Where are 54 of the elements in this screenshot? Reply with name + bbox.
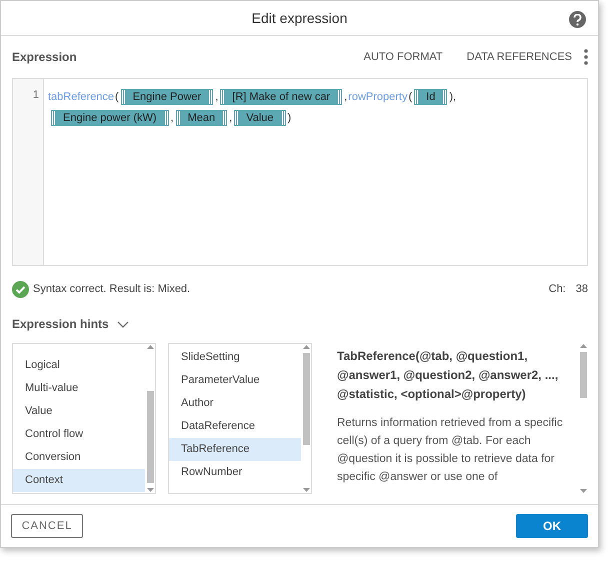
list-item[interactable]: Multi-value	[13, 377, 145, 400]
function-description: Returns information retrieved from a specific cell(s) of a query from @tab. For each @question it is possible to retrieve data for specific @answer or use one of	[337, 416, 564, 486]
data-reference-token[interactable]: Value	[235, 110, 285, 125]
list-item[interactable]: Author	[169, 392, 301, 416]
help-icon[interactable]	[569, 11, 586, 28]
scroll-down-icon[interactable]	[146, 488, 154, 494]
list-item[interactable]: RowNumber	[169, 461, 301, 484]
data-reference-token[interactable]: Id	[415, 90, 446, 104]
window-title: Edit expression	[252, 10, 348, 26]
list-item[interactable]: SlideSetting	[169, 346, 301, 370]
section-label: Expression	[12, 50, 78, 64]
toolbar-link[interactable]: DATA REFERENCES	[454, 51, 584, 64]
chevron-icon[interactable]	[116, 320, 129, 328]
data-reference-token[interactable]: Engine power (kW)	[52, 110, 168, 125]
code-editor[interactable]: 1 tabReference( Engine Power , [R] Make of new car ,rowProperty( Id ), Engine power (kW) , Mean , Value )	[12, 78, 588, 266]
char-count-label: Ch:	[548, 283, 566, 296]
scroll-up-icon[interactable]	[146, 344, 154, 350]
list-item[interactable]: Logical	[13, 354, 145, 378]
list-item[interactable]: ParameterValue	[169, 369, 301, 392]
ok-button[interactable]: OK	[516, 514, 588, 538]
function-name: tabReference	[48, 90, 114, 103]
line-number: 1	[32, 89, 39, 102]
list-item[interactable]: Context	[13, 469, 145, 492]
list-item[interactable]: TabReference	[169, 438, 301, 462]
punctuation: ),	[449, 90, 456, 103]
toolbar-link[interactable]: AUTO FORMAT	[352, 51, 455, 64]
list-item[interactable]: Conversion	[13, 446, 145, 470]
scrollbar-thumb[interactable]	[580, 352, 586, 398]
list-item[interactable]: DataReference	[169, 415, 301, 438]
scroll-down-icon[interactable]	[302, 488, 310, 494]
status-message: Syntax correct. Result is: Mixed.	[33, 283, 192, 296]
punctuation: (	[408, 90, 412, 103]
function-signature: TabReference(@tab, @question1, @answer1, @question2, @answer2, ..., @statistic, <optional>@property)	[337, 348, 560, 404]
data-reference-token[interactable]: Engine Power	[122, 90, 212, 104]
cancel-button[interactable]: CANCEL	[11, 514, 83, 538]
data-reference-token[interactable]: Mean	[176, 110, 226, 125]
scroll-up-icon[interactable]	[580, 343, 586, 348]
list-item[interactable]: Control flow	[13, 423, 145, 446]
function-name: rowProperty	[348, 90, 408, 103]
scrollbar-thumb[interactable]	[302, 353, 310, 446]
punctuation: ,	[229, 112, 232, 124]
section-label: Expression hints	[12, 317, 109, 332]
punctuation: (	[115, 90, 119, 103]
scroll-down-icon[interactable]	[580, 489, 586, 494]
more-icon[interactable]	[584, 49, 588, 66]
list-item[interactable]: Value	[13, 400, 145, 424]
char-count: 38	[576, 283, 588, 296]
data-reference-token[interactable]: [R] Make of new car	[221, 90, 342, 104]
punctuation: ,	[170, 112, 174, 124]
punctuation: )	[288, 112, 292, 124]
scrollbar-thumb[interactable]	[146, 391, 154, 484]
punctuation: ,	[344, 90, 348, 103]
scroll-up-icon[interactable]	[302, 344, 310, 350]
punctuation: ,	[215, 90, 218, 103]
